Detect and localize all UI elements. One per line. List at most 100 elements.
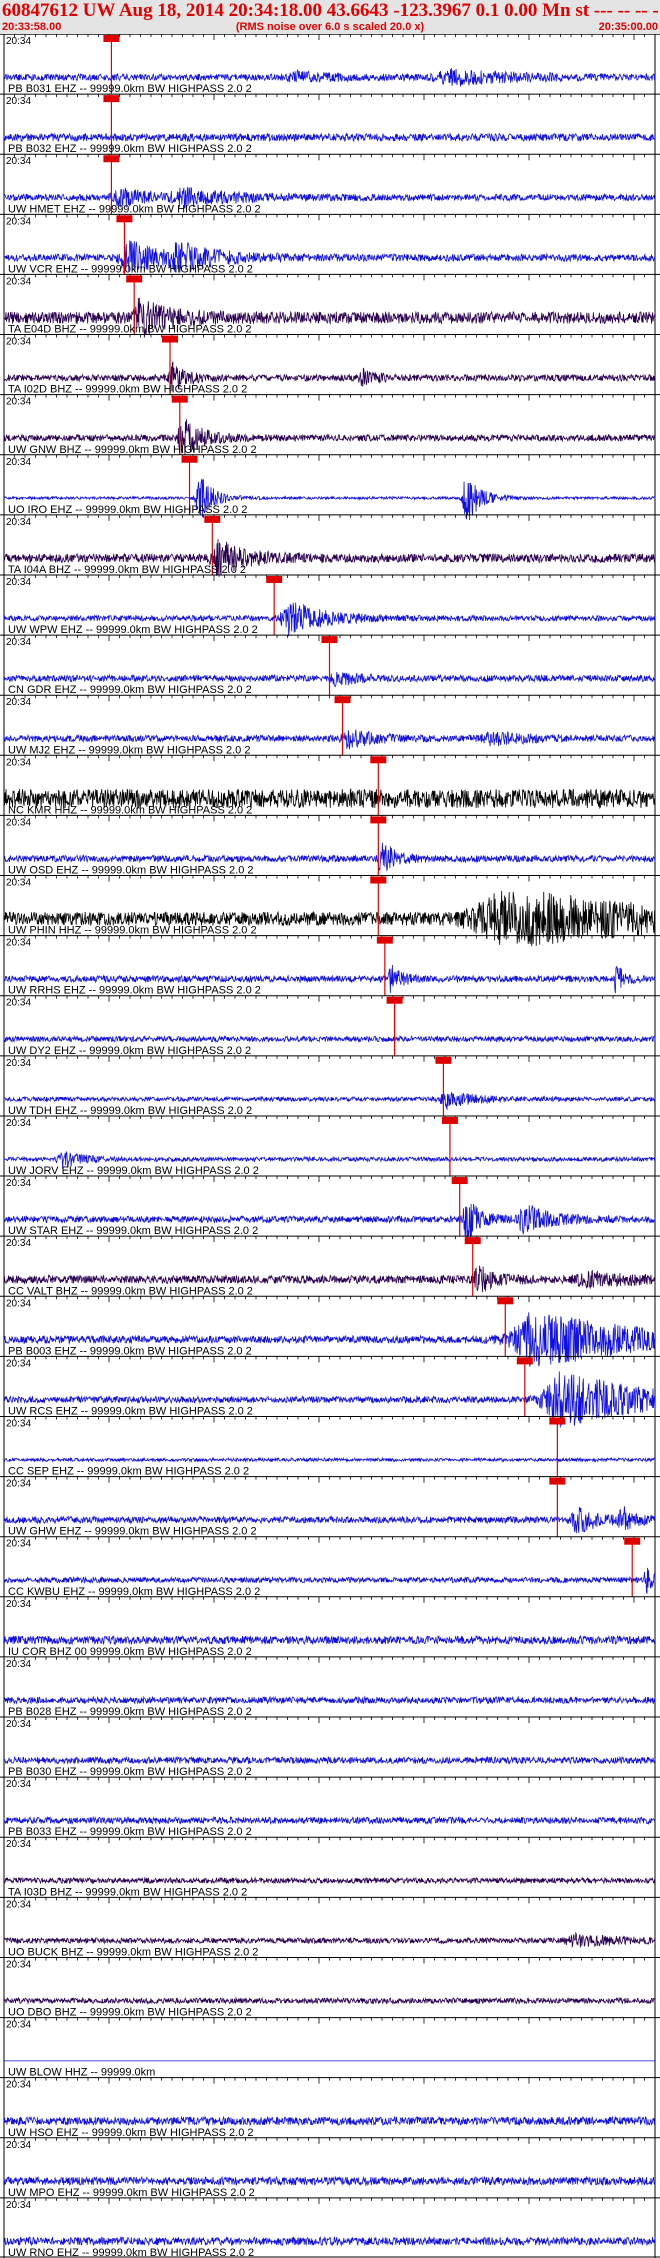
plot-header: 60847612 UW Aug 18, 2014 20:34:18.00 43.… bbox=[0, 0, 660, 35]
trace-label: PB B003 EHZ -- 99999.0km BW HIGHPASS 2.0… bbox=[8, 1345, 252, 1357]
trace-label: UO DBO BHZ -- 99999.0km BW HIGHPASS 2.0 … bbox=[8, 2007, 252, 2019]
waveform-trace bbox=[3, 2115, 656, 2127]
trace-time-label: 20:34 bbox=[6, 2200, 31, 2211]
pick-marker bbox=[162, 335, 179, 343]
pick-marker bbox=[549, 1477, 566, 1485]
waveform-trace bbox=[3, 1634, 656, 1646]
pick-marker bbox=[624, 1537, 641, 1545]
trace-label: PB B028 EHZ -- 99999.0km BW HIGHPASS 2.0… bbox=[8, 1706, 252, 1718]
pick-marker bbox=[334, 696, 351, 704]
pick-marker bbox=[204, 515, 221, 523]
trace-time-label: 20:34 bbox=[6, 2140, 31, 2151]
trace-time-label: 20:34 bbox=[6, 156, 31, 167]
trace-label: UW TDH EHZ -- 99999.0km BW HIGHPASS 2.0 … bbox=[8, 1105, 252, 1117]
trace-time-label: 20:34 bbox=[6, 457, 31, 468]
trace-time-label: 20:34 bbox=[6, 1118, 31, 1129]
pick-marker bbox=[441, 1116, 458, 1124]
pick-marker bbox=[451, 1177, 468, 1185]
event-title: 60847612 UW Aug 18, 2014 20:34:18.00 43.… bbox=[2, 0, 660, 21]
waveform-trace bbox=[3, 1931, 656, 1948]
trace-label: UW VCR EHZ -- 99999.0km BW HIGHPASS 2.0 … bbox=[8, 263, 253, 275]
pick-marker bbox=[103, 35, 120, 42]
trace-label: UW GNW BHZ -- 99999.0km BW HIGHPASS 2.0 … bbox=[8, 444, 257, 456]
trace-time-label: 20:34 bbox=[6, 577, 31, 588]
trace-label: PB B032 EHZ -- 99999.0km BW HIGHPASS 2.0… bbox=[8, 143, 252, 155]
trace-label: UW JORV EHZ -- 99999.0km BW HIGHPASS 2.0… bbox=[8, 1165, 259, 1177]
trace-time-label: 20:34 bbox=[6, 1058, 31, 1069]
trace-time-label: 20:34 bbox=[6, 96, 31, 107]
trace-label: NC KMR HHZ -- 99999.0km BW HIGHPASS 2.0 … bbox=[8, 804, 252, 816]
trace-time-label: 20:34 bbox=[6, 697, 31, 708]
pick-marker bbox=[116, 215, 133, 223]
pick-marker bbox=[497, 1297, 514, 1305]
trace-time-label: 20:34 bbox=[6, 1719, 31, 1730]
trace-time-label: 20:34 bbox=[6, 2020, 31, 2031]
trace-time-label: 20:34 bbox=[6, 938, 31, 949]
trace-label: CC KWBU EHZ -- 99999.0km BW HIGHPASS 2.0… bbox=[8, 1586, 260, 1598]
trace-label: TA I04A BHZ -- 99999.0km BW HIGHPASS 2.0… bbox=[8, 564, 246, 576]
trace-label: CN GDR EHZ -- 99999.0km BW HIGHPASS 2.0 … bbox=[8, 684, 252, 696]
trace-label: UW MPO EHZ -- 99999.0km BW HIGHPASS 2.0 … bbox=[8, 2187, 255, 2199]
pick-marker bbox=[370, 756, 387, 764]
trace-time-label: 20:34 bbox=[6, 517, 31, 528]
trace-time-label: 20:34 bbox=[6, 1959, 31, 1970]
trace-time-label: 20:34 bbox=[6, 216, 31, 227]
scale-note: (RMS noise over 6.0 s scaled 20.0 x) bbox=[235, 21, 425, 33]
trace-label: UW DY2 EHZ -- 99999.0km BW HIGHPASS 2.0 … bbox=[8, 1045, 251, 1057]
pick-marker bbox=[370, 876, 387, 884]
waveform-trace bbox=[3, 2235, 656, 2247]
pick-marker bbox=[370, 816, 387, 824]
end-time: 20:35:00.00 bbox=[598, 21, 658, 33]
trace-label: UW HMET EHZ -- 99999.0km BW HIGHPASS 2.0… bbox=[8, 203, 261, 215]
waveform-trace bbox=[3, 1815, 656, 1826]
trace-time-label: 20:34 bbox=[6, 878, 31, 889]
trace-label: UW BLOW HHZ -- 99999.0km bbox=[8, 2067, 155, 2079]
pick-marker bbox=[321, 636, 338, 644]
trace-time-label: 20:34 bbox=[6, 1418, 31, 1429]
pick-marker bbox=[516, 1357, 533, 1365]
trace-label: UW OSD EHZ -- 99999.0km BW HIGHPASS 2.0 … bbox=[8, 865, 254, 877]
trace-time-label: 20:34 bbox=[6, 1238, 31, 1249]
pick-marker bbox=[103, 155, 120, 163]
trace-time-label: 20:34 bbox=[6, 817, 31, 828]
trace-time-label: 20:34 bbox=[6, 1298, 31, 1309]
trace-time-label: 20:34 bbox=[6, 397, 31, 408]
trace-time-label: 20:34 bbox=[6, 1779, 31, 1790]
trace-time-label: 20:34 bbox=[6, 1479, 31, 1490]
pick-marker bbox=[266, 575, 283, 583]
trace-time-label: 20:34 bbox=[6, 2080, 31, 2091]
trace-label: UW HSO EHZ -- 99999.0km BW HIGHPASS 2.0 … bbox=[8, 2127, 254, 2139]
trace-label: TA I03D BHZ -- 99999.0km BW HIGHPASS 2.0… bbox=[8, 1886, 247, 1898]
waveform-trace bbox=[3, 1695, 656, 1705]
waveform-trace bbox=[3, 1755, 656, 1765]
waveform-trace bbox=[3, 1876, 656, 1885]
trace-label: UO IRO EHZ -- 99999.0km BW HIGHPASS 2.0 … bbox=[8, 504, 247, 516]
trace-label: UO BUCK BHZ -- 99999.0km BW HIGHPASS 2.0… bbox=[8, 1946, 258, 1958]
trace-label: PB B031 EHZ -- 99999.0km BW HIGHPASS 2.0… bbox=[8, 83, 252, 95]
pick-marker bbox=[171, 395, 188, 403]
trace-time-label: 20:34 bbox=[6, 1659, 31, 1670]
trace-label: UW GHW EHZ -- 99999.0km BW HIGHPASS 2.0 … bbox=[8, 1526, 257, 1538]
trace-label: UW RCS EHZ -- 99999.0km BW HIGHPASS 2.0 … bbox=[8, 1405, 253, 1417]
trace-time-label: 20:34 bbox=[6, 1539, 31, 1550]
waveform-trace bbox=[3, 132, 656, 143]
trace-time-label: 20:34 bbox=[6, 1178, 31, 1189]
trace-time-label: 20:34 bbox=[6, 998, 31, 1009]
seismogram-plot: 20:34 PB B031 EHZ -- 99999.0km BW HIGHPAS… bbox=[0, 34, 660, 2258]
trace-time-label: 20:34 bbox=[6, 1358, 31, 1369]
pick-marker bbox=[103, 95, 120, 103]
trace-time-label: 20:34 bbox=[6, 637, 31, 648]
trace-time-label: 20:34 bbox=[6, 1839, 31, 1850]
pick-marker bbox=[376, 936, 393, 944]
pick-marker bbox=[181, 455, 198, 463]
trace-label: CC SEP EHZ -- 99999.0km BW HIGHPASS 2.0 … bbox=[8, 1466, 249, 1478]
pick-marker bbox=[549, 1417, 566, 1425]
trace-time-label: 20:34 bbox=[6, 757, 31, 768]
pick-marker bbox=[386, 996, 403, 1004]
trace-time-label: 20:34 bbox=[6, 36, 31, 47]
trace-time-label: 20:34 bbox=[6, 276, 31, 287]
trace-label: PB B033 EHZ -- 99999.0km BW HIGHPASS 2.0… bbox=[8, 1826, 252, 1838]
trace-time-label: 20:34 bbox=[6, 1899, 31, 1910]
trace-label: TA I02D BHZ -- 99999.0km BW HIGHPASS 2.0… bbox=[8, 384, 247, 396]
trace-label: UW MJ2 EHZ -- 99999.0km BW HIGHPASS 2.0 … bbox=[8, 744, 250, 756]
